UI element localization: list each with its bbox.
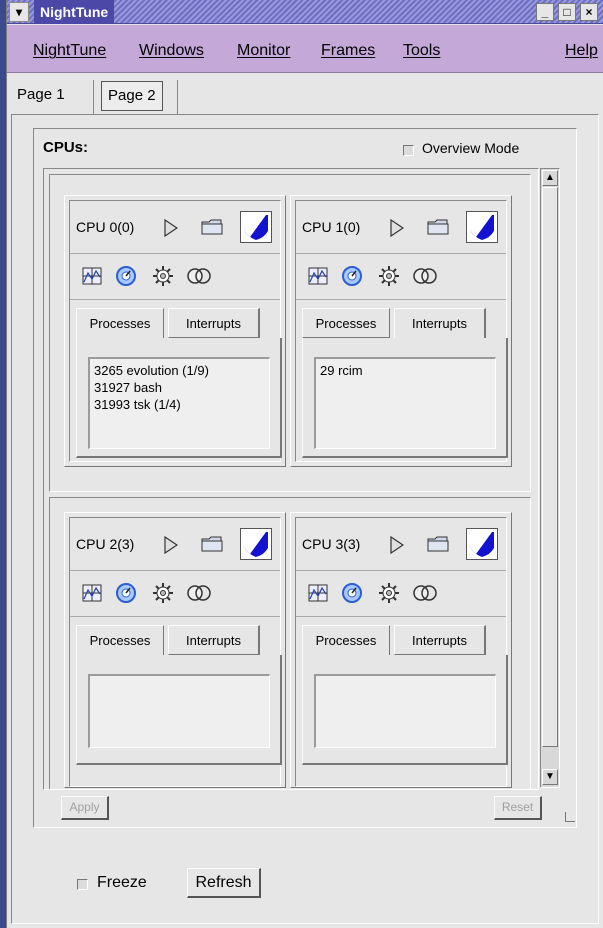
refresh-button[interactable]: Refresh [187,868,261,898]
menu-nighttune[interactable]: NightTune [33,42,106,60]
scroll-down-icon[interactable]: ▼ [542,769,558,785]
shield-icon[interactable] [466,528,498,560]
memory-icon[interactable] [186,267,212,285]
play-icon[interactable] [390,218,405,238]
play-icon[interactable] [164,535,179,555]
nighttune-window: ▾ NightTune _ □ × NightTune Windows Moni… [6,0,603,928]
overview-mode-checkbox[interactable] [403,145,414,156]
chart-icon[interactable] [308,267,328,285]
maximize-button[interactable]: □ [558,3,576,21]
list-item[interactable]: 31993 tsk (1/4) [94,396,265,413]
tab-interrupts[interactable]: Interrupts [394,308,486,338]
tab-page-2[interactable]: Page 2 [101,81,163,111]
tab-divider [177,80,178,114]
shield-icon[interactable] [466,211,498,243]
divider [70,253,280,254]
list-item[interactable]: 3265 evolution (1/9) [94,362,265,379]
tab-interrupts[interactable]: Interrupts [168,625,260,655]
gauge-icon[interactable] [115,582,137,604]
cpu-name: CPU 0(0) [76,219,135,235]
cpu-name: CPU 2(3) [76,536,135,552]
divider [296,616,506,617]
resize-grip-icon[interactable] [565,812,575,822]
cpu-name: CPU 3(3) [302,536,361,552]
memory-icon[interactable] [412,267,438,285]
scroll-thumb[interactable] [542,187,558,747]
menu-bar: NightTune Windows Monitor Frames Tools H… [7,25,603,73]
memory-icon[interactable] [412,584,438,602]
tab-interrupts[interactable]: Interrupts [394,625,486,655]
scroll-up-icon[interactable]: ▲ [542,170,558,186]
vertical-scrollbar[interactable]: ▲ ▼ [540,168,560,788]
menu-frames[interactable]: Frames [321,42,375,60]
tab-divider [93,80,94,114]
menu-help[interactable]: Help [565,42,598,60]
tab-interrupts[interactable]: Interrupts [168,308,260,338]
divider [70,616,280,617]
list-item[interactable]: 29 rcim [320,362,491,379]
freeze-checkbox[interactable] [77,879,88,890]
menu-windows[interactable]: Windows [139,42,204,60]
gear-icon[interactable] [152,582,174,604]
divider [70,570,280,571]
tab-page-1[interactable]: Page 1 [11,78,71,112]
cpu-name: CPU 1(0) [302,219,361,235]
apply-button[interactable]: Apply [61,796,109,820]
folder-icon[interactable] [427,535,449,553]
cpus-label: CPUs: [43,139,89,156]
gauge-icon[interactable] [341,265,363,287]
gear-icon[interactable] [152,265,174,287]
menu-monitor[interactable]: Monitor [237,42,290,60]
process-list[interactable] [88,674,270,748]
tab-processes[interactable]: Processes [76,625,164,655]
process-list[interactable]: 29 rcim [314,357,496,449]
divider [70,299,280,300]
divider [296,299,506,300]
list-item[interactable]: 31927 bash [94,379,265,396]
tab-processes[interactable]: Processes [302,625,390,655]
process-list[interactable] [314,674,496,748]
divider [296,570,506,571]
gauge-icon[interactable] [115,265,137,287]
gear-icon[interactable] [378,265,400,287]
menu-tools[interactable]: Tools [403,42,440,60]
reset-button[interactable]: Reset [494,796,542,820]
window-menu-button[interactable]: ▾ [9,2,29,22]
tab-processes[interactable]: Processes [76,308,164,338]
play-icon[interactable] [390,535,405,555]
shield-icon[interactable] [240,211,272,243]
tab-processes[interactable]: Processes [302,308,390,338]
folder-icon[interactable] [201,535,223,553]
title-bar[interactable]: ▾ NightTune _ □ × [7,0,603,24]
gear-icon[interactable] [378,582,400,604]
window-title: NightTune [34,0,115,24]
process-list[interactable]: 3265 evolution (1/9) 31927 bash 31993 tsk … [88,357,270,449]
shield-icon[interactable] [240,528,272,560]
chart-icon[interactable] [82,584,102,602]
overview-mode-label: Overview Mode [422,140,520,156]
memory-icon[interactable] [186,584,212,602]
folder-icon[interactable] [201,218,223,236]
minimize-button[interactable]: _ [536,3,554,21]
divider [296,253,506,254]
folder-icon[interactable] [427,218,449,236]
chart-icon[interactable] [308,584,328,602]
close-button[interactable]: × [580,3,598,21]
gauge-icon[interactable] [341,582,363,604]
chart-icon[interactable] [82,267,102,285]
play-icon[interactable] [164,218,179,238]
freeze-label: Freeze [97,874,147,891]
